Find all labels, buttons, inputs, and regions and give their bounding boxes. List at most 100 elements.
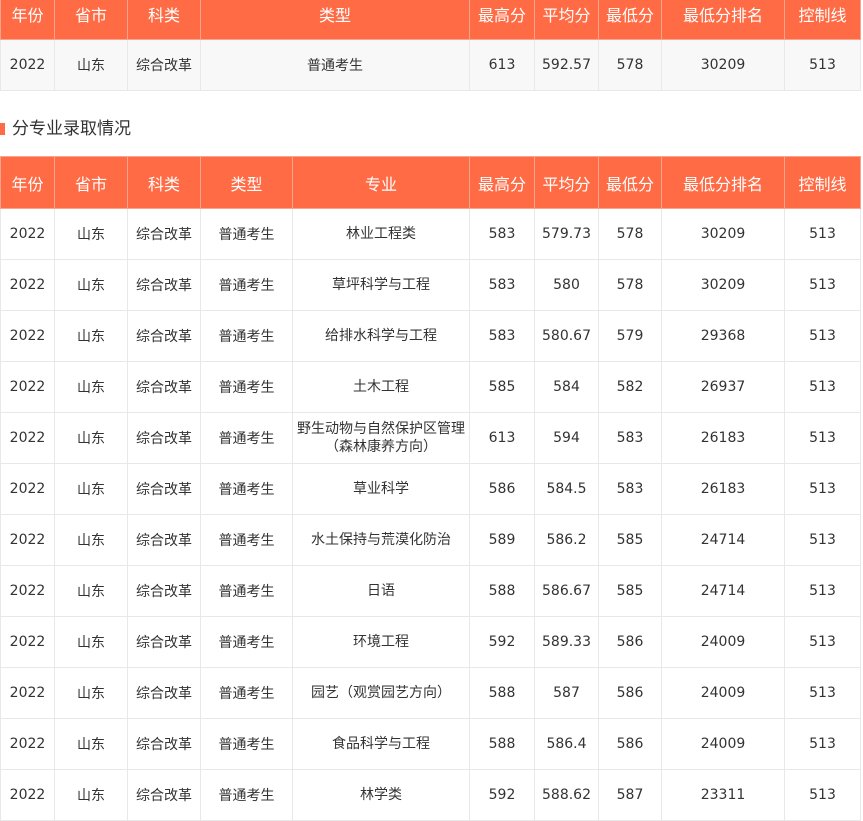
cell-min-score: 587 <box>598 769 662 821</box>
table-row: 2022 山东 综合改革 普通考生 草坪科学与工程 583 580 578 30209 513 <box>0 259 861 311</box>
cell-min-score: 578 <box>598 259 662 311</box>
cell-min-score: 579 <box>598 310 662 362</box>
table-row: 2022 山东 综合改革 普通考生 土木工程 585 584 582 26937 513 <box>0 361 861 413</box>
cell-avg-score: 584 <box>534 361 599 413</box>
cell-category: 综合改革 <box>127 616 201 668</box>
table-row: 2022 山东 综合改革 普通考生 野生动物与自然保护区管理（森林康养方向） 613 594… <box>0 412 861 464</box>
section-marker <box>0 123 5 135</box>
cell-avg-score: 589.33 <box>534 616 599 668</box>
header-avg-score: 平均分 <box>534 156 599 209</box>
cell-min-score: 582 <box>598 361 662 413</box>
cell-min-rank: 30209 <box>661 208 785 260</box>
cell-type: 普通考生 <box>200 718 293 770</box>
cell-min-rank: 30209 <box>661 39 785 91</box>
cell-control-line: 513 <box>784 565 861 617</box>
header-max-score: 最高分 <box>469 156 535 209</box>
header-province: 省市 <box>54 156 128 209</box>
cell-min-rank: 24009 <box>661 667 785 719</box>
cell-avg-score: 584.5 <box>534 463 599 515</box>
cell-year: 2022 <box>0 310 55 362</box>
cell-province: 山东 <box>54 208 128 260</box>
cell-min-score: 578 <box>598 208 662 260</box>
cell-control-line: 513 <box>784 769 861 821</box>
cell-max-score: 589 <box>469 514 535 566</box>
cell-avg-score: 587 <box>534 667 599 719</box>
cell-max-score: 583 <box>469 259 535 311</box>
cell-province: 山东 <box>54 565 128 617</box>
cell-year: 2022 <box>0 565 55 617</box>
header-min-rank: 最低分排名 <box>661 0 785 40</box>
header-province: 省市 <box>54 0 128 40</box>
major-admission-table: 年份 省市 科类 类型 专业 最高分 平均分 最低分 最低分排名 控制线 202… <box>0 156 861 821</box>
cell-category: 综合改革 <box>127 565 201 617</box>
cell-control-line: 513 <box>784 361 861 413</box>
cell-major: 林业工程类 <box>292 208 470 260</box>
cell-control-line: 513 <box>784 718 861 770</box>
cell-major: 野生动物与自然保护区管理（森林康养方向） <box>292 412 470 464</box>
cell-year: 2022 <box>0 718 55 770</box>
cell-category: 综合改革 <box>127 259 201 311</box>
cell-control-line: 513 <box>784 39 861 91</box>
cell-year: 2022 <box>0 39 55 91</box>
cell-avg-score: 586.4 <box>534 718 599 770</box>
cell-max-score: 586 <box>469 463 535 515</box>
cell-max-score: 588 <box>469 718 535 770</box>
header-year: 年份 <box>0 0 55 40</box>
cell-avg-score: 580.67 <box>534 310 599 362</box>
cell-avg-score: 592.57 <box>534 39 599 91</box>
cell-min-rank: 26937 <box>661 361 785 413</box>
cell-type: 普通考生 <box>200 361 293 413</box>
cell-major: 土木工程 <box>292 361 470 413</box>
cell-control-line: 513 <box>784 259 861 311</box>
cell-control-line: 513 <box>784 310 861 362</box>
header-min-rank: 最低分排名 <box>661 156 785 209</box>
cell-province: 山东 <box>54 310 128 362</box>
cell-category: 综合改革 <box>127 769 201 821</box>
cell-province: 山东 <box>54 39 128 91</box>
cell-major: 林学类 <box>292 769 470 821</box>
cell-type: 普通考生 <box>200 208 293 260</box>
table-row: 2022 山东 综合改革 普通考生 给排水科学与工程 583 580.67 579 29368 5… <box>0 310 861 362</box>
cell-max-score: 583 <box>469 208 535 260</box>
cell-type: 普通考生 <box>200 565 293 617</box>
table-row: 2022 山东 综合改革 普通考生 环境工程 592 589.33 586 24009 513 <box>0 616 861 668</box>
cell-category: 综合改革 <box>127 361 201 413</box>
header-control-line: 控制线 <box>784 0 861 40</box>
cell-year: 2022 <box>0 514 55 566</box>
header-min-score: 最低分 <box>598 156 662 209</box>
cell-control-line: 513 <box>784 616 861 668</box>
cell-province: 山东 <box>54 412 128 464</box>
cell-category: 综合改革 <box>127 412 201 464</box>
cell-major: 食品科学与工程 <box>292 718 470 770</box>
cell-min-score: 585 <box>598 565 662 617</box>
major-table-body: 2022 山东 综合改革 普通考生 林业工程类 583 579.73 578 30209 513 2… <box>0 208 861 821</box>
header-max-score: 最高分 <box>469 0 535 40</box>
cell-category: 综合改革 <box>127 208 201 260</box>
cell-min-score: 578 <box>598 39 662 91</box>
cell-type: 普通考生 <box>200 412 293 464</box>
header-type: 类型 <box>200 156 293 209</box>
summary-header-row: 年份 省市 科类 类型 最高分 平均分 最低分 最低分排名 控制线 <box>0 0 861 40</box>
cell-type: 普通考生 <box>200 514 293 566</box>
cell-type: 普通考生 <box>200 667 293 719</box>
cell-control-line: 513 <box>784 463 861 515</box>
cell-type: 普通考生 <box>200 259 293 311</box>
cell-avg-score: 580 <box>534 259 599 311</box>
cell-min-score: 585 <box>598 514 662 566</box>
cell-province: 山东 <box>54 718 128 770</box>
cell-min-rank: 30209 <box>661 259 785 311</box>
cell-min-rank: 26183 <box>661 412 785 464</box>
cell-min-score: 586 <box>598 616 662 668</box>
cell-min-rank: 29368 <box>661 310 785 362</box>
cell-category: 综合改革 <box>127 514 201 566</box>
cell-province: 山东 <box>54 361 128 413</box>
cell-major: 给排水科学与工程 <box>292 310 470 362</box>
cell-year: 2022 <box>0 259 55 311</box>
cell-min-rank: 24009 <box>661 616 785 668</box>
cell-max-score: 588 <box>469 667 535 719</box>
cell-min-score: 586 <box>598 667 662 719</box>
table-row: 2022 山东 综合改革 普通考生 613 592.57 578 30209 5… <box>0 39 861 91</box>
header-category: 科类 <box>127 156 201 209</box>
cell-year: 2022 <box>0 208 55 260</box>
cell-category: 综合改革 <box>127 310 201 362</box>
